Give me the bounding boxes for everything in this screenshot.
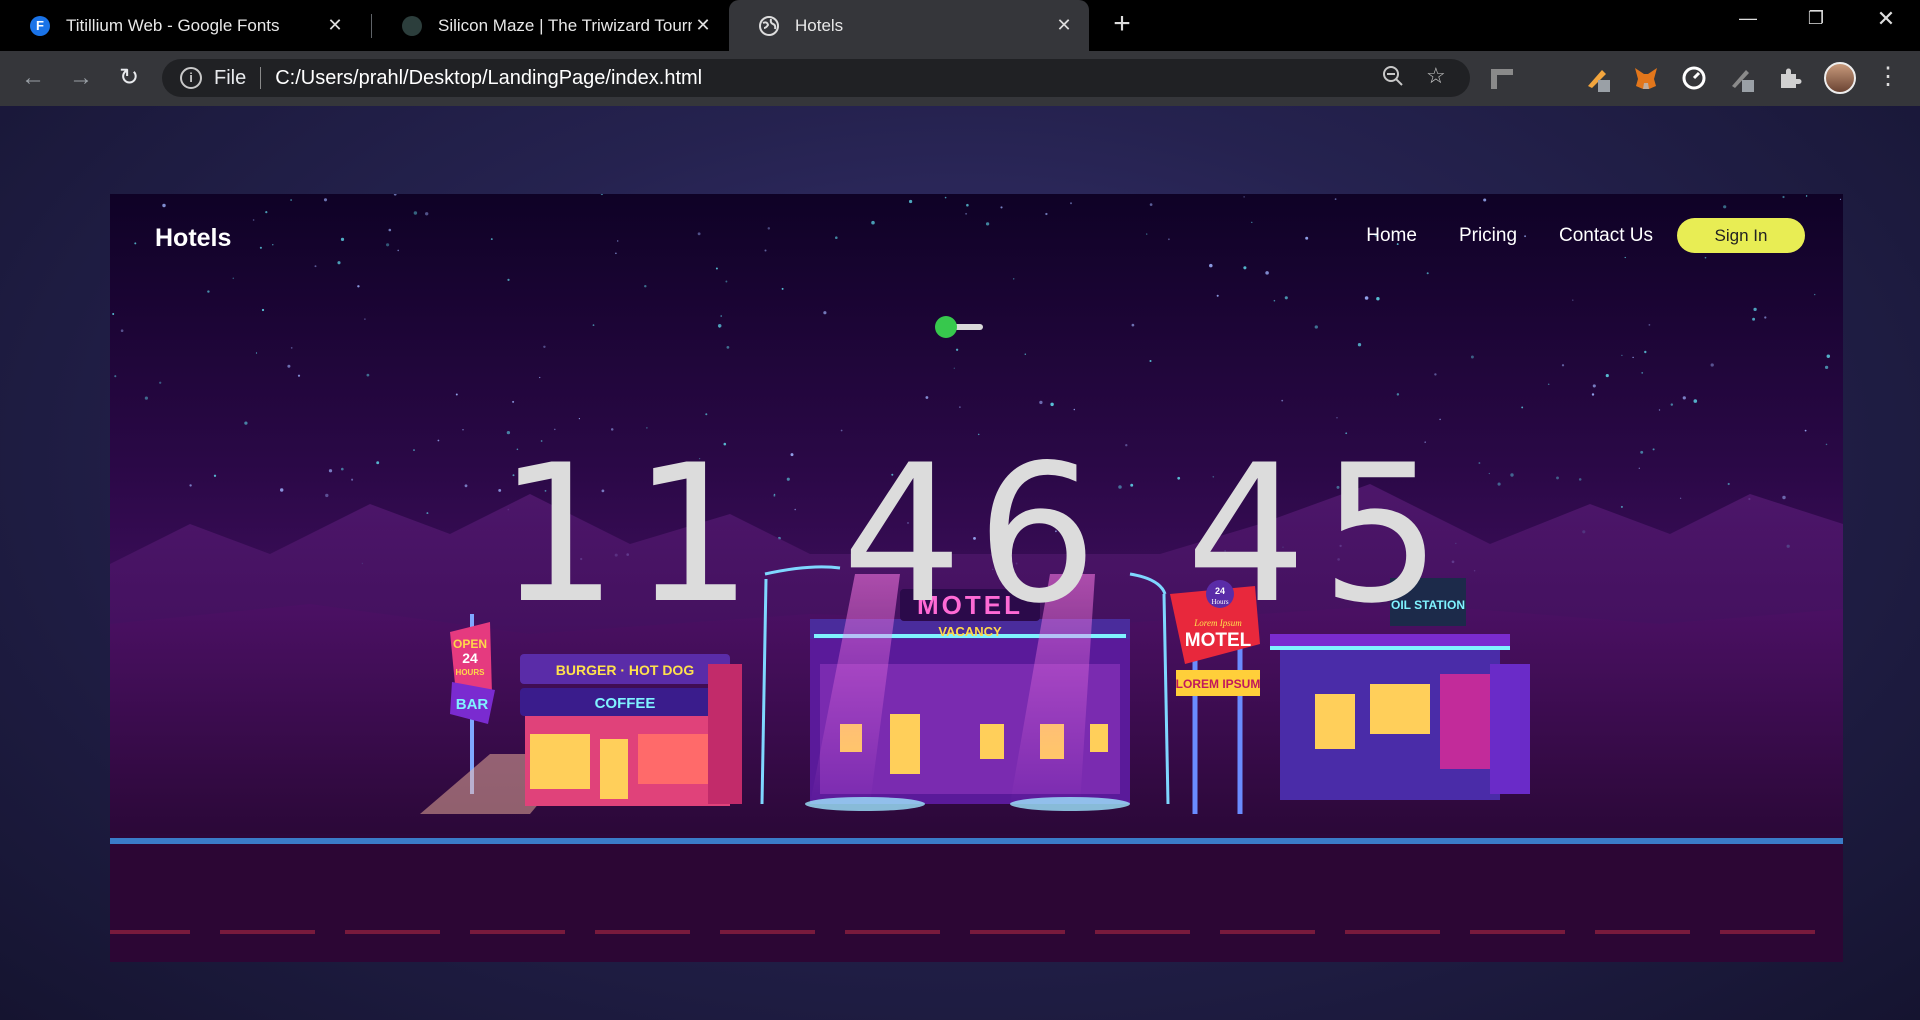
svg-text:COFFEE: COFFEE xyxy=(595,695,656,712)
profile-avatar[interactable] xyxy=(1824,62,1856,94)
reload-icon[interactable]: ↻ xyxy=(114,63,144,93)
google-fonts-favicon-icon: F xyxy=(30,15,50,36)
metamask-fox-icon[interactable] xyxy=(1632,64,1660,92)
tab-google-fonts[interactable]: F Titillium Web - Google Fonts ✕ xyxy=(0,0,360,51)
pen-icon[interactable] xyxy=(1584,64,1612,92)
address-bar[interactable]: i File C:/Users/prahl/Desktop/LandingPag… xyxy=(162,59,1470,97)
gauge-icon[interactable] xyxy=(1680,64,1708,92)
theme-toggle-switch[interactable] xyxy=(935,316,983,338)
zoom-out-icon[interactable] xyxy=(1382,65,1404,93)
svg-text:HOURS: HOURS xyxy=(456,668,486,677)
tab-title: Silicon Maze | The Triwizard Tournament xyxy=(438,15,692,35)
silicon-maze-favicon-icon xyxy=(402,15,422,36)
globe-icon xyxy=(759,15,779,36)
file-scheme-label: File xyxy=(214,66,247,89)
omnibox-divider xyxy=(260,67,262,89)
hero-section: OPEN 24 HOURS BAR BURGER · HOT DOG COFFE… xyxy=(110,194,1843,962)
toggle-knob xyxy=(935,316,957,338)
svg-text:LOREM IPSUM: LOREM IPSUM xyxy=(1176,677,1261,691)
tab-silicon-maze[interactable]: Silicon Maze | The Triwizard Tournament … xyxy=(372,0,728,51)
nav-contact-us[interactable]: Contact Us xyxy=(1559,225,1653,247)
sign-in-button[interactable]: Sign In xyxy=(1677,218,1805,253)
close-tab-icon[interactable]: ✕ xyxy=(1053,15,1075,36)
svg-text:BURGER · HOT DOG: BURGER · HOT DOG xyxy=(556,662,695,678)
forward-arrow-icon[interactable]: → xyxy=(66,63,96,93)
browser-tab-strip: F Titillium Web - Google Fonts ✕ Silicon… xyxy=(0,0,1920,51)
tab-title: Hotels xyxy=(795,15,844,35)
brand-logo[interactable]: Hotels xyxy=(155,224,231,253)
ruler-icon[interactable] xyxy=(1488,64,1516,92)
browser-toolbar: ← → ↻ i File C:/Users/prahl/Desktop/Land… xyxy=(0,51,1920,106)
back-arrow-icon[interactable]: ← xyxy=(18,63,48,93)
restore-icon[interactable]: ❐ xyxy=(1796,8,1836,29)
tab-title: Titillium Web - Google Fonts xyxy=(66,15,280,35)
main-nav: Home Pricing Contact Us Sign In xyxy=(1324,218,1805,253)
bookmark-star-icon[interactable]: ☆ xyxy=(1426,63,1446,89)
close-tab-icon[interactable]: ✕ xyxy=(324,15,346,36)
minimize-icon[interactable]: — xyxy=(1728,8,1768,29)
svg-text:BAR: BAR xyxy=(456,696,489,713)
pencil-icon[interactable] xyxy=(1728,64,1756,92)
url-text[interactable]: C:/Users/prahl/Desktop/LandingPage/index… xyxy=(275,67,702,90)
nav-pricing[interactable]: Pricing xyxy=(1459,225,1517,247)
digital-clock: 11 46 45 xyxy=(497,424,1456,645)
new-tab-plus-icon[interactable]: + xyxy=(1108,9,1136,41)
close-window-icon[interactable]: ✕ xyxy=(1866,6,1906,32)
close-tab-icon[interactable]: ✕ xyxy=(692,15,714,36)
tab-hotels[interactable]: Hotels ✕ xyxy=(729,0,1089,51)
kebab-menu-icon[interactable]: ⋮ xyxy=(1876,63,1900,91)
puzzle-icon[interactable] xyxy=(1776,64,1804,92)
info-icon[interactable]: i xyxy=(180,67,202,89)
svg-text:24: 24 xyxy=(462,650,478,666)
nav-home[interactable]: Home xyxy=(1366,225,1417,247)
